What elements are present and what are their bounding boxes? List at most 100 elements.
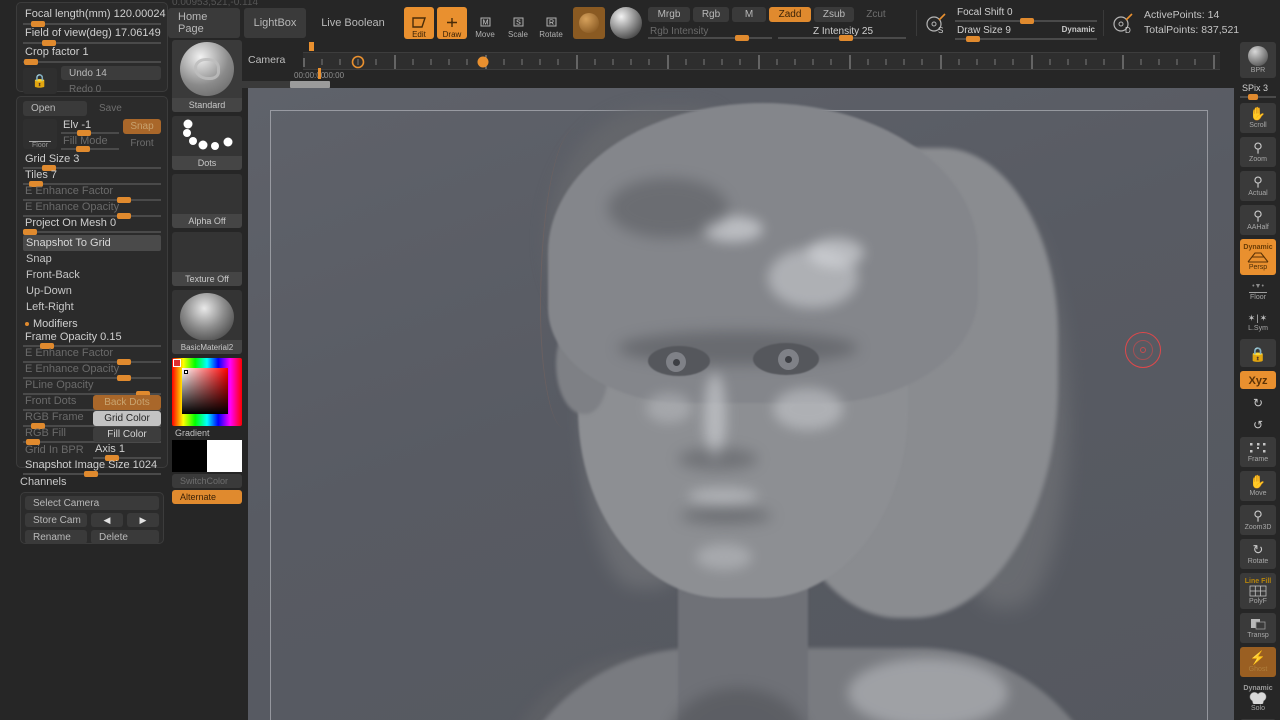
delete-camera-button[interactable]: Delete [91, 530, 159, 544]
floor-button[interactable]: •▼• Floor [1240, 279, 1276, 305]
brush-preview-button[interactable] [610, 7, 642, 39]
rgb-intensity-slider[interactable]: Rgb Intensity [648, 25, 772, 41]
mod-e-enhance-opacity-slider[interactable]: E Enhance Opacity [23, 363, 161, 381]
field-of-view-slider[interactable]: Field of view(deg) 17.06149 [23, 27, 161, 46]
bpr-button[interactable]: BPR [1240, 42, 1276, 78]
front-back-button[interactable]: Front-Back [23, 267, 161, 283]
scale-mode-button[interactable]: S Scale [503, 7, 533, 39]
timeline-playhead[interactable] [318, 68, 321, 79]
frame-button[interactable]: Frame [1240, 437, 1276, 467]
channel-m-button[interactable]: M [732, 7, 766, 22]
spix-slider[interactable]: SPix 3 [1240, 82, 1276, 100]
polyframe-button[interactable]: Line Fill PolyF [1240, 573, 1276, 609]
channel-rgb-button[interactable]: Rgb [693, 7, 729, 22]
channel-zadd-button[interactable]: Zadd [769, 7, 811, 22]
tiles-slider[interactable]: Tiles 7 [23, 169, 161, 187]
live-boolean-button[interactable]: Live Boolean [310, 8, 396, 38]
timeline-label[interactable]: Camera [248, 54, 285, 66]
grid-size-slider[interactable]: Grid Size 3 [23, 153, 161, 171]
e-enhance-factor-slider[interactable]: E Enhance Factor [23, 185, 161, 203]
channel-mrgb-button[interactable]: Mrgb [648, 7, 690, 22]
draw-mode-button[interactable]: Draw [437, 7, 467, 39]
material-basicmaterial2-thumb[interactable]: BasicMaterial2 [172, 290, 242, 354]
timeline-scrollbar-thumb[interactable] [290, 81, 330, 88]
alpha-off-thumb[interactable]: Alpha Off [172, 174, 242, 228]
frame-opacity-slider[interactable]: Frame Opacity 0.15 [23, 331, 161, 349]
move-mode-button[interactable]: M Move [470, 7, 500, 39]
secondary-color-swatch[interactable] [207, 440, 242, 472]
z-intensity-slider[interactable]: Z Intensity 25 [778, 25, 906, 41]
snapshot-to-grid-button[interactable]: Snapshot To Grid [23, 235, 161, 251]
store-cam-button[interactable]: Store Cam [25, 513, 87, 527]
rotate-nav-button[interactable]: ↻ Rotate [1240, 539, 1276, 569]
brush-standard-thumb[interactable]: Standard [172, 40, 242, 112]
grid-in-bpr-label[interactable]: Grid In BPR [23, 444, 84, 457]
alternate-button[interactable]: Alternate [172, 490, 242, 504]
rename-camera-button[interactable]: Rename [25, 530, 87, 544]
zoom3d-button[interactable]: ⚲ Zoom3D [1240, 505, 1276, 535]
project-on-mesh-slider[interactable]: Project On Mesh 0 [23, 217, 161, 235]
sculpt-canvas[interactable] [248, 88, 1234, 720]
stroke-dots-thumb[interactable]: Dots [172, 116, 242, 170]
color-picker-corner-swatch[interactable] [173, 359, 181, 367]
lightbox-button[interactable]: LightBox [244, 8, 306, 38]
edit-mode-button[interactable]: Edit [404, 7, 434, 39]
persp-button[interactable]: Dynamic Persp [1240, 239, 1276, 275]
channel-zcut-button[interactable]: Zcut [857, 7, 895, 22]
snap-button[interactable]: Snap [23, 251, 161, 267]
timeline-top-marker[interactable] [309, 42, 314, 51]
zoom-button[interactable]: ⚲ Zoom [1240, 137, 1276, 167]
rotate-z-button[interactable]: ↺ [1240, 415, 1276, 433]
mod-e-enhance-factor-slider[interactable]: E Enhance Factor [23, 347, 161, 365]
lock-icon[interactable]: 🔒 [23, 68, 57, 94]
undo-button[interactable]: Undo 14 [61, 66, 161, 80]
snap-grid-button[interactable]: Snap [123, 119, 161, 134]
switch-color-button[interactable]: SwitchColor [172, 474, 242, 488]
color-picker-sv-box[interactable] [182, 368, 228, 414]
snapshot-image-size-slider[interactable]: Snapshot Image Size 1024 [23, 459, 161, 477]
focal-length-slider[interactable]: Focal length(mm) 120.00024 [23, 8, 166, 27]
pline-opacity-slider[interactable]: PLine Opacity [23, 379, 161, 397]
e-enhance-opacity-slider[interactable]: E Enhance Opacity [23, 201, 161, 219]
up-down-button[interactable]: Up-Down [23, 283, 161, 299]
solo-button[interactable]: Dynamic Solo [1240, 681, 1276, 715]
transform-lock-button[interactable]: 🔒 [1240, 339, 1276, 367]
gradient-button[interactable]: Gradient [172, 426, 242, 440]
timeline-track[interactable] [303, 52, 1220, 70]
material-swatch-button[interactable] [573, 7, 605, 39]
crop-factor-slider[interactable]: Crop factor 1 [23, 46, 161, 65]
local-symmetry-button[interactable]: ✶|✶ L.Sym [1240, 309, 1276, 335]
front-button[interactable]: Front [123, 136, 161, 151]
aahalf-button[interactable]: ⚲ AAHalf [1240, 205, 1276, 235]
color-picker[interactable] [172, 358, 242, 426]
rotate-mode-button[interactable]: R Rotate [536, 7, 566, 39]
home-page-button[interactable]: Home Page [168, 8, 240, 38]
scroll-button[interactable]: ✋ Scroll [1240, 103, 1276, 133]
actual-button[interactable]: ⚲ Actual [1240, 171, 1276, 201]
axis-slider[interactable]: Axis 1 [93, 443, 161, 461]
fill-mode-slider[interactable]: Fill Mode [61, 135, 119, 152]
move-nav-button[interactable]: ✋ Move [1240, 471, 1276, 501]
stroke-settings-icon[interactable]: S [923, 10, 949, 36]
select-camera-button[interactable]: Select Camera [25, 496, 159, 510]
open-button[interactable]: Open [23, 101, 87, 116]
prev-camera-button[interactable]: ◀ [91, 513, 123, 527]
next-camera-button[interactable]: ▶ [127, 513, 159, 527]
floor-toggle-button[interactable]: Floor [23, 119, 57, 149]
rotate-y-button[interactable]: ↻ [1240, 393, 1276, 411]
main-color-swatch[interactable] [172, 440, 207, 472]
left-right-button[interactable]: Left-Right [23, 299, 161, 315]
color-picker-cursor [184, 370, 188, 374]
transparency-button[interactable]: Transp [1240, 613, 1276, 643]
draw-size-slider[interactable]: Draw Size 9 Dynamic [955, 24, 1097, 42]
channel-zsub-button[interactable]: Zsub [814, 7, 854, 22]
save-button[interactable]: Save [91, 101, 130, 116]
redo-button[interactable]: Redo 0 [61, 82, 161, 96]
elv-slider[interactable]: Elv -1 [61, 119, 119, 136]
xyz-button[interactable]: Xyz [1240, 371, 1276, 389]
modifiers-section-title[interactable]: Modifiers [23, 317, 161, 331]
focal-shift-slider[interactable]: Focal Shift 0 [955, 6, 1097, 24]
texture-off-thumb[interactable]: Texture Off [172, 232, 242, 286]
dynamic-settings-icon[interactable]: D [1110, 10, 1136, 36]
ghost-button[interactable]: ⚡ Ghost [1240, 647, 1276, 677]
